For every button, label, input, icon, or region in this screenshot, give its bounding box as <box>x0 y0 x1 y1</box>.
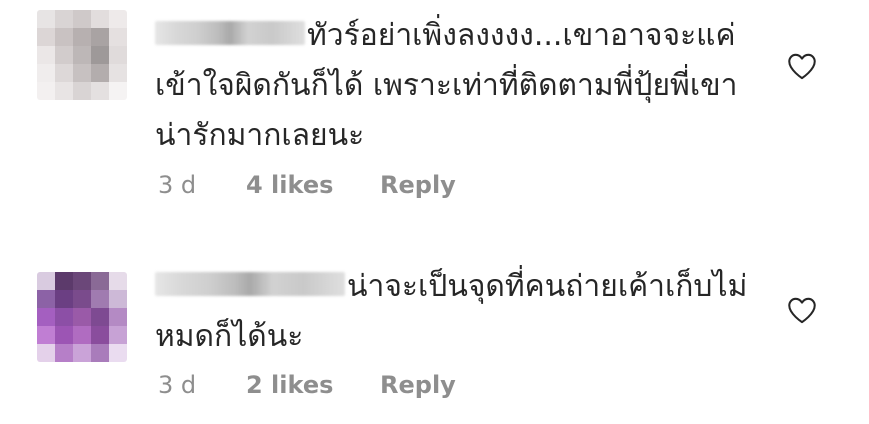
avatar-pixel <box>55 326 73 344</box>
avatar-pixel <box>73 10 91 28</box>
avatar-pixel <box>73 46 91 64</box>
avatar-pixel <box>109 10 127 28</box>
avatar-pixel <box>73 64 91 82</box>
avatar-pixel <box>109 344 127 362</box>
avatar-pixel <box>91 308 109 326</box>
avatar-pixel <box>91 272 109 290</box>
comment-meta: 3 d 2 likes Reply <box>158 371 456 399</box>
avatar-pixel <box>91 10 109 28</box>
avatar-pixel <box>37 82 55 100</box>
avatar-pixel <box>55 82 73 100</box>
avatar-pixel <box>55 290 73 308</box>
likes-count[interactable]: 4 likes <box>246 171 380 199</box>
avatar-pixel <box>109 82 127 100</box>
avatar-pixel <box>37 272 55 290</box>
avatar-pixel <box>55 272 73 290</box>
reply-button[interactable]: Reply <box>380 171 456 199</box>
avatar-pixel <box>91 28 109 46</box>
avatar-pixel <box>37 28 55 46</box>
avatar-pixel <box>109 326 127 344</box>
comment-item: ทัวร์อย่าเพิ่งลงงงง...เขาอาจจะแค่เข้าใจผ… <box>0 0 869 215</box>
avatar-pixel <box>73 272 91 290</box>
comment-meta: 3 d 4 likes Reply <box>158 171 456 199</box>
avatar-pixel <box>37 10 55 28</box>
avatar-pixel <box>91 344 109 362</box>
avatar-pixel <box>91 46 109 64</box>
avatar-pixel <box>73 344 91 362</box>
username-blurred[interactable] <box>155 20 305 45</box>
avatar-pixel <box>91 64 109 82</box>
comment-timestamp[interactable]: 3 d <box>158 371 246 399</box>
avatar-pixel <box>37 308 55 326</box>
avatar-pixel <box>91 326 109 344</box>
comment-item: น่าจะเป็นจุดที่คนถ่ายเค้าเก็บไม่หมดก็ได้… <box>0 248 869 424</box>
avatar-pixel <box>55 344 73 362</box>
avatar-pixel <box>55 64 73 82</box>
likes-count[interactable]: 2 likes <box>246 371 380 399</box>
avatar[interactable] <box>37 10 127 100</box>
avatar-pixel <box>109 64 127 82</box>
comment-body: น่าจะเป็นจุดที่คนถ่ายเค้าเก็บไม่หมดก็ได้… <box>155 262 755 362</box>
username-blurred[interactable] <box>155 271 345 296</box>
avatar-pixel <box>37 344 55 362</box>
avatar-pixel <box>91 82 109 100</box>
avatar-pixel <box>37 326 55 344</box>
avatar-pixel <box>109 290 127 308</box>
heart-icon[interactable] <box>786 52 818 80</box>
avatar[interactable] <box>37 272 127 362</box>
avatar-pixel <box>109 308 127 326</box>
heart-icon[interactable] <box>786 296 818 324</box>
avatar-pixel <box>37 46 55 64</box>
avatar-pixel <box>73 290 91 308</box>
avatar-pixel <box>55 46 73 64</box>
avatar-pixel <box>91 290 109 308</box>
avatar-pixel <box>55 308 73 326</box>
avatar-pixel <box>37 290 55 308</box>
avatar-pixel <box>73 308 91 326</box>
avatar-pixel <box>109 28 127 46</box>
avatar-pixel <box>37 64 55 82</box>
avatar-pixel <box>73 82 91 100</box>
avatar-pixel <box>73 28 91 46</box>
reply-button[interactable]: Reply <box>380 371 456 399</box>
avatar-pixel <box>109 272 127 290</box>
comment-body: ทัวร์อย่าเพิ่งลงงงง...เขาอาจจะแค่เข้าใจผ… <box>155 11 755 161</box>
avatar-pixel <box>109 46 127 64</box>
avatar-pixel <box>55 10 73 28</box>
comment-timestamp[interactable]: 3 d <box>158 171 246 199</box>
avatar-pixel <box>55 28 73 46</box>
avatar-pixel <box>73 326 91 344</box>
